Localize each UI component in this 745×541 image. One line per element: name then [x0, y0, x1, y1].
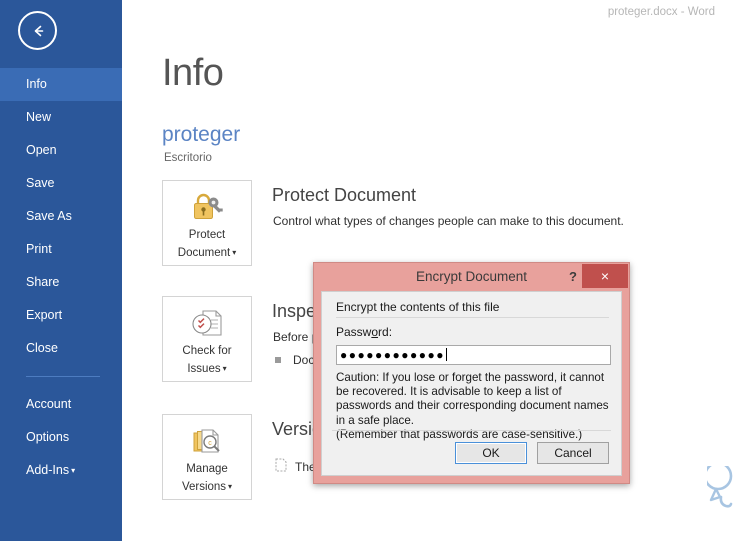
sidebar-item-add-ins[interactable]: Add-Ins ▾ — [0, 454, 122, 487]
sidebar-item-label: Export — [26, 308, 63, 322]
protect-document-label-line2: Document ▾ — [177, 247, 237, 259]
sidebar-item-label: Account — [26, 397, 72, 411]
inspect-document-bullet-text: Doc — [293, 353, 315, 367]
sidebar-divider — [26, 376, 100, 377]
close-icon[interactable]: × — [582, 264, 628, 288]
sidebar-item-account[interactable]: Account — [0, 388, 122, 421]
chevron-down-icon: ▾ — [71, 466, 76, 475]
dialog-footer-rule — [332, 430, 611, 431]
backstage-nav: Info New Open Save Save As Print Share E… — [0, 68, 122, 487]
backstage-sidebar: Info New Open Save Save As Print Share E… — [0, 0, 122, 541]
word-backstage-window: Info New Open Save Save As Print Share E… — [0, 0, 745, 541]
check-for-issues-label-line1: Check for — [182, 345, 232, 357]
ok-button[interactable]: OK — [455, 442, 527, 464]
sidebar-item-info[interactable]: Info — [0, 68, 122, 101]
sidebar-item-label: Save — [26, 176, 55, 190]
sidebar-item-close[interactable]: Close — [0, 332, 122, 365]
back-button[interactable] — [18, 11, 57, 50]
solvetic-watermark: olvetic .com — [707, 466, 745, 524]
lock-key-icon — [189, 189, 225, 225]
sidebar-item-label: Print — [26, 242, 52, 256]
sidebar-item-new[interactable]: New — [0, 101, 122, 134]
sidebar-item-label: Info — [26, 77, 47, 91]
document-name: proteger — [162, 123, 241, 146]
document-outline-icon — [275, 458, 287, 475]
manage-versions-button[interactable]: c Manage Versions ▾ — [162, 414, 252, 500]
protect-document-label-line1: Protect — [188, 229, 226, 241]
inspect-document-description: Before p — [273, 330, 319, 344]
caution-text: Caution: If you lose or forget the passw… — [336, 371, 609, 441]
dialog-rule — [336, 317, 609, 318]
manage-versions-label-line1: Manage — [186, 463, 228, 475]
protect-document-heading: Protect Document — [272, 185, 417, 205]
sidebar-item-label: Options — [26, 430, 70, 444]
protect-document-description: Control what types of changes people can… — [273, 214, 624, 228]
password-label: Password: — [336, 325, 393, 339]
dialog-body: Encrypt the contents of this file Passwo… — [321, 291, 622, 476]
bullet-square-icon — [275, 357, 281, 363]
page-title: Info — [162, 52, 224, 94]
sidebar-item-share[interactable]: Share — [0, 266, 122, 299]
password-input[interactable]: ●●●●●●●●●●●● — [336, 345, 611, 365]
sidebar-item-options[interactable]: Options — [0, 421, 122, 454]
document-stack-search-icon: c — [189, 423, 225, 459]
check-for-issues-button[interactable]: Check for Issues ▾ — [162, 296, 252, 382]
sidebar-item-label: Add-Ins — [26, 463, 70, 477]
help-icon[interactable]: ? — [569, 267, 577, 286]
sidebar-item-label: Open — [26, 143, 57, 157]
dialog-intro-text: Encrypt the contents of this file — [336, 300, 500, 314]
encrypt-document-dialog: Encrypt Document ? × Encrypt the content… — [313, 262, 630, 484]
sidebar-item-label: New — [26, 110, 52, 124]
sidebar-item-print[interactable]: Print — [0, 233, 122, 266]
check-for-issues-label-line2: Issues ▾ — [187, 363, 227, 375]
versions-bullet: The — [275, 458, 316, 475]
password-value: ●●●●●●●●●●●● — [340, 348, 445, 362]
sidebar-item-label: Save As — [26, 209, 72, 223]
sidebar-item-save-as[interactable]: Save As — [0, 200, 122, 233]
sidebar-item-save[interactable]: Save — [0, 167, 122, 200]
document-check-icon — [189, 305, 225, 341]
inspect-document-bullet: Doc — [275, 353, 314, 367]
solvetic-logo-icon — [707, 466, 733, 508]
chevron-down-icon: ▾ — [222, 364, 227, 373]
back-arrow-icon — [34, 25, 43, 36]
text-cursor — [445, 348, 447, 361]
cancel-button[interactable]: Cancel — [537, 442, 609, 464]
window-title: proteger.docx - Word — [607, 6, 715, 18]
inspect-document-heading: Inspe — [272, 301, 317, 321]
manage-versions-label-line2: Versions ▾ — [181, 481, 233, 493]
chevron-down-icon: ▾ — [232, 248, 237, 257]
sidebar-item-export[interactable]: Export — [0, 299, 122, 332]
protect-document-button[interactable]: Protect Document ▾ — [162, 180, 252, 266]
svg-text:c: c — [208, 440, 212, 447]
document-path: Escritorio — [164, 152, 212, 164]
sidebar-item-label: Share — [26, 275, 60, 289]
chevron-down-icon: ▾ — [228, 482, 233, 491]
sidebar-item-label: Close — [26, 341, 58, 355]
sidebar-item-open[interactable]: Open — [0, 134, 122, 167]
